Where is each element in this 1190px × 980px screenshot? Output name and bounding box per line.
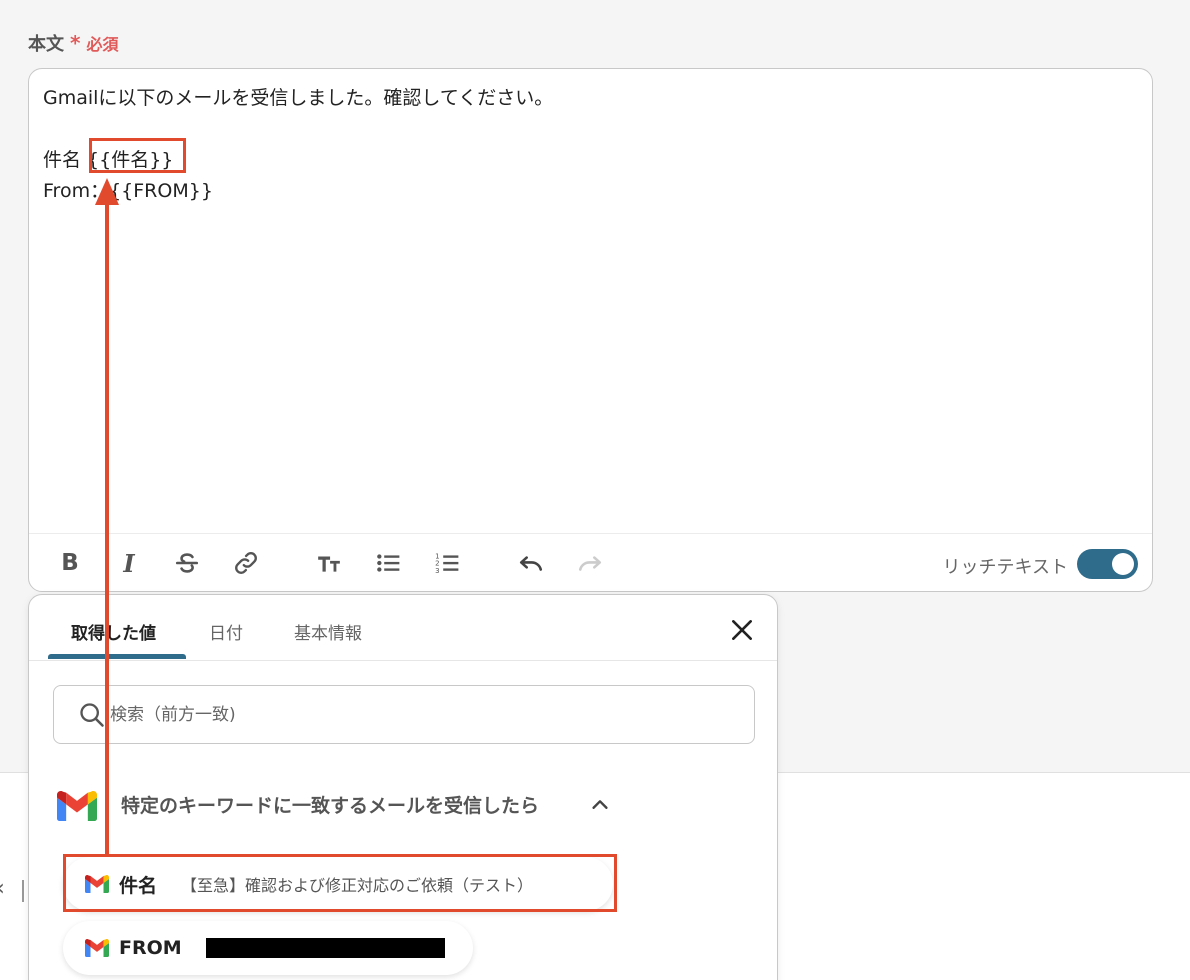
redacted-value (205, 938, 445, 958)
undo-button[interactable] (515, 547, 547, 579)
link-button[interactable] (230, 547, 262, 579)
tab-acquired-values[interactable]: 取得した値 (71, 619, 156, 644)
variable-key: FROM (119, 937, 182, 959)
trigger-group-header[interactable]: 特定のキーワードに一致するメールを受信したら (29, 785, 777, 841)
chevron-up-icon[interactable] (589, 794, 611, 816)
editor-line: From：{{FROM}} (43, 180, 213, 202)
trigger-group-title: 特定のキーワードに一致するメールを受信したら (121, 795, 540, 817)
strikethrough-icon (175, 553, 199, 573)
highlight-box-placeholder (89, 138, 186, 173)
close-icon (732, 620, 752, 640)
rich-text-label: リッチテキスト (942, 557, 1068, 578)
font-size-button[interactable] (313, 547, 345, 579)
search-box (53, 685, 755, 744)
tab-strip: 取得した値 日付 基本情報 (29, 595, 777, 661)
required-star: * (70, 31, 81, 55)
editor-toolbar: B I 1 2 3 リッチテキスト (29, 533, 1152, 593)
bold-button[interactable]: B (54, 547, 86, 579)
active-tab-indicator (48, 654, 186, 659)
rich-text-editor[interactable]: Gmailに以下のメールを受信しました。確認してください。 件名 {{件名}} … (28, 68, 1153, 592)
chevron-left-icon[interactable]: ‹ (0, 876, 5, 901)
redo-button[interactable] (574, 547, 606, 579)
numbered-list-button[interactable]: 1 2 3 (431, 547, 463, 579)
variable-picker-panel: 取得した値 日付 基本情報 検索（前方一致) 特定のキーワードに一致するメールを… (28, 594, 778, 980)
search-icon (80, 703, 104, 727)
gmail-icon (85, 939, 109, 957)
link-icon (235, 552, 257, 574)
close-button[interactable] (727, 615, 757, 645)
editor-line: Gmailに以下のメールを受信しました。確認してください。 (43, 87, 554, 109)
svg-text:3: 3 (435, 566, 439, 575)
tab-basic-info[interactable]: 基本情報 (294, 619, 362, 644)
undo-icon (519, 556, 543, 571)
bullet-list-button[interactable] (372, 547, 404, 579)
highlight-box-subject-item (63, 854, 617, 912)
editor-body[interactable]: Gmailに以下のメールを受信しました。確認してください。 件名 {{件名}} … (43, 83, 1138, 207)
search-input[interactable] (110, 698, 710, 732)
redo-icon (578, 556, 602, 571)
page: 本文 * 必須 Gmailに以下のメールを受信しました。確認してください。 件名… (0, 0, 1190, 980)
rich-text-toggle[interactable] (1077, 549, 1138, 579)
gmail-icon (57, 791, 97, 821)
italic-button[interactable]: I (113, 547, 145, 579)
field-label-text: 本文 (28, 34, 64, 55)
tab-date[interactable]: 日付 (209, 619, 243, 644)
numbered-list-icon: 1 2 3 (435, 552, 459, 575)
variable-item-from[interactable]: FROM (63, 921, 473, 975)
editor-line: 件名 {{件名}} (43, 149, 174, 171)
strikethrough-button[interactable] (171, 547, 203, 579)
bullet-list-icon (377, 554, 400, 572)
required-text: 必須 (86, 35, 119, 54)
body-field-label: 本文 * 必須 (28, 30, 118, 56)
toggle-knob (1112, 553, 1134, 575)
text-size-icon (318, 556, 340, 572)
